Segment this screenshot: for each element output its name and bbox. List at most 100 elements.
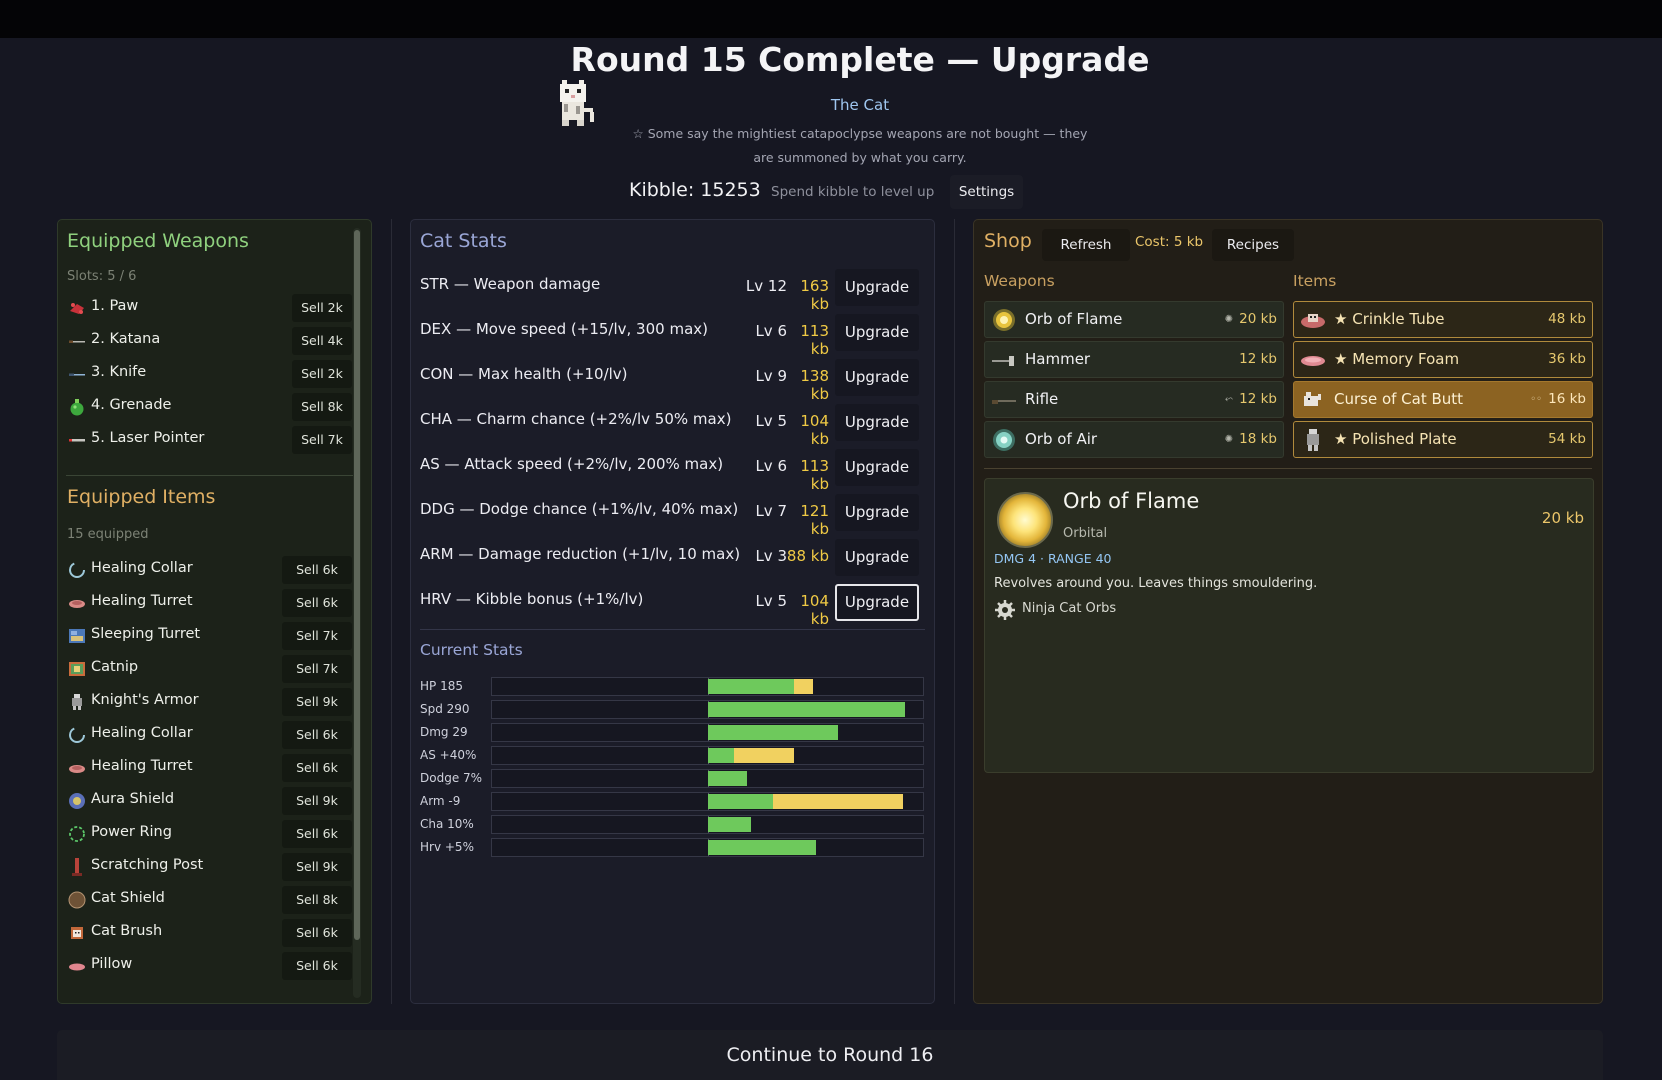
stat-cost: 163 kb <box>800 277 829 313</box>
shop-item-name: Orb of Air <box>1025 430 1098 448</box>
item-row: Healing Turret Sell 6k <box>66 753 352 783</box>
sell-button[interactable]: Sell 9k <box>282 853 352 881</box>
detail-stats: DMG 4 · RANGE 40 <box>994 551 1112 566</box>
weapon-name: 3. Knife <box>91 364 147 380</box>
sell-button[interactable]: Sell 7k <box>292 426 352 454</box>
sell-button[interactable]: Sell 6k <box>282 721 352 749</box>
sell-button[interactable]: Sell 6k <box>282 820 352 848</box>
weapon-row: 3. Knife Sell 2k <box>66 359 352 389</box>
stat-cost: 121 kb <box>800 502 829 538</box>
stat-cost: 113 kb <box>800 322 829 358</box>
weapon-name: 4. Grenade <box>91 397 172 413</box>
bar-fill-bonus <box>773 794 903 809</box>
sell-button[interactable]: Sell 6k <box>282 589 352 617</box>
spend-hint: Spend kibble to level up <box>771 184 935 200</box>
brush-icon <box>71 927 83 939</box>
stat-label: CHA — Charm chance (+2%/lv 50% max) <box>420 410 732 428</box>
sell-button[interactable]: Sell 9k <box>282 787 352 815</box>
sell-button[interactable]: Sell 2k <box>292 294 352 322</box>
stat-label: ARM — Damage reduction (+1/lv, 10 max) <box>420 545 741 563</box>
detail-description: Revolves around you. Leaves things smoul… <box>994 576 1318 591</box>
upgrade-button[interactable]: Upgrade <box>835 449 919 486</box>
shop-items-title: Items <box>1293 272 1337 290</box>
shop-item-name: Orb of Flame <box>1025 310 1123 328</box>
shop-item-price: 36 kb <box>1548 351 1586 367</box>
sell-button[interactable]: Sell 8k <box>282 886 352 914</box>
scrollbar-thumb[interactable] <box>354 230 360 940</box>
recipes-button[interactable]: Recipes <box>1212 229 1294 261</box>
item-name: Healing Collar <box>91 725 193 741</box>
stat-row: AS — Attack speed (+2%/lv, 200% max) Lv … <box>420 449 935 493</box>
bar-fill-bonus <box>734 748 794 763</box>
sell-button[interactable]: Sell 7k <box>282 655 352 683</box>
shop-item-card[interactable]: ★ Crinkle Tube 48 kb <box>1293 301 1593 338</box>
item-row: Pillow Sell 6k <box>66 951 352 981</box>
shop-item-card[interactable]: ★ Memory Foam 36 kb <box>1293 341 1593 378</box>
equipped-weapons-title: Equipped Weapons <box>67 230 249 252</box>
shop-weapon-card[interactable]: Orb of Flame ✺ 20 kb <box>984 301 1284 338</box>
sell-button[interactable]: Sell 6k <box>282 754 352 782</box>
detail-set-name: Ninja Cat Orbs <box>1022 601 1117 616</box>
paw-icon <box>70 303 84 314</box>
sell-button[interactable]: Sell 2k <box>292 360 352 388</box>
item-name: Cat Brush <box>91 923 163 939</box>
settings-button[interactable]: Settings <box>950 175 1023 209</box>
weapon-name: 2. Katana <box>91 331 161 347</box>
item-row: Catnip Sell 7k <box>66 654 352 684</box>
stat-bar-row: Dmg 29 <box>420 721 925 743</box>
sell-button[interactable]: Sell 8k <box>292 393 352 421</box>
turret-icon <box>69 765 85 773</box>
upgrade-button[interactable]: Upgrade <box>835 404 919 441</box>
upgrade-button[interactable]: Upgrade <box>835 494 919 531</box>
sell-button[interactable]: Sell 9k <box>282 688 352 716</box>
shop-item-name: ★ Memory Foam <box>1334 350 1460 368</box>
sleeping-turret-icon <box>69 629 85 643</box>
shop-item-price: 12 kb <box>1239 391 1277 407</box>
memory-foam-icon <box>1301 356 1325 366</box>
upgrade-button[interactable]: Upgrade <box>835 269 919 306</box>
weapon-row: 1. Paw Sell 2k <box>66 293 352 323</box>
item-name: Healing Turret <box>91 593 193 609</box>
sell-button[interactable]: Sell 6k <box>282 919 352 947</box>
stat-level: Lv 5 <box>755 412 787 430</box>
stat-label: DDG — Dodge chance (+1%/lv, 40% max) <box>420 500 739 518</box>
upgrade-button[interactable]: Upgrade <box>835 539 919 576</box>
bar-fill-base <box>708 748 734 763</box>
rifle-icon <box>992 400 1016 404</box>
stat-level: Lv 9 <box>755 367 787 385</box>
sell-button[interactable]: Sell 7k <box>282 622 352 650</box>
upgrade-button[interactable]: Upgrade <box>835 314 919 351</box>
stat-cost: 138 kb <box>800 367 829 403</box>
item-name: Knight's Armor <box>91 692 199 708</box>
sell-button[interactable]: Sell 6k <box>282 556 352 584</box>
upgrade-button[interactable]: Upgrade <box>835 584 919 621</box>
upgrade-button[interactable]: Upgrade <box>835 359 919 396</box>
bar-fill-base <box>708 702 905 717</box>
stat-bar-row: Arm -9 <box>420 790 925 812</box>
item-detail-card: Orb of Flame Orbital 20 kb DMG 4 · RANGE… <box>984 478 1594 773</box>
sell-button[interactable]: Sell 4k <box>292 327 352 355</box>
sell-button[interactable]: Sell 6k <box>282 952 352 980</box>
shop-weapon-card[interactable]: Orb of Air ✺ 18 kb <box>984 421 1284 458</box>
current-stats-title: Current Stats <box>420 641 523 659</box>
detail-price: 20 kb <box>1541 509 1584 527</box>
turret-icon <box>69 600 85 608</box>
aura-shield-icon <box>69 793 85 809</box>
round-header: Round 15 Complete — Upgrade The Cat ☆ So… <box>0 38 1662 218</box>
stat-label: STR — Weapon damage <box>420 275 601 293</box>
weapon-name: 1. Paw <box>91 298 139 314</box>
stat-level: Lv 7 <box>755 502 787 520</box>
stat-label: AS — Attack speed (+2%/lv, 200% max) <box>420 455 724 473</box>
shop-item-card[interactable]: ★ Polished Plate 54 kb <box>1293 421 1593 458</box>
refresh-button[interactable]: Refresh <box>1042 229 1130 261</box>
shop-weapon-card[interactable]: Hammer 12 kb <box>984 341 1284 378</box>
item-row: Healing Collar Sell 6k <box>66 720 352 750</box>
shop-item-card[interactable]: Curse of Cat Butt ◦◦ 16 kb <box>1293 381 1593 418</box>
shop-weapon-card[interactable]: Rifle ⬿ 12 kb <box>984 381 1284 418</box>
hammer-icon <box>992 356 1014 366</box>
continue-button[interactable]: Continue to Round 16 <box>57 1030 1603 1080</box>
item-name: Aura Shield <box>91 791 175 807</box>
item-row: Aura Shield Sell 9k <box>66 786 352 816</box>
item-name: Healing Turret <box>91 758 193 774</box>
item-name: Sleeping Turret <box>91 626 201 642</box>
